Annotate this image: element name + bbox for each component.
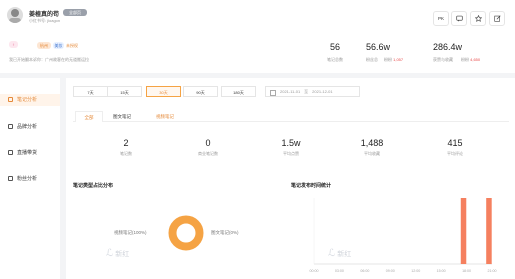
profile-sub-id: 小红书号: jloagon [29,18,61,23]
profile-tag-2: 美妆 [53,42,64,49]
panel-left-title: 笔记类型占比分布 [73,183,114,189]
date-range-picker[interactable]: 2021-11-01 至 2021-12-01 [265,86,360,97]
summary-notes-value: 2 [123,138,129,148]
avatar[interactable] [7,7,23,23]
favorite-button[interactable] [470,11,486,26]
tab-all[interactable]: 全部 [75,111,103,122]
summary-collect-value: 1,488 [360,138,384,148]
publish-time-chart: 00:00 03:00 06:00 09:00 12:00 15:00 18:00 21:00 [310,198,497,273]
stat-likes-label: 获赞与收藏 [433,57,453,62]
sidebar-item-brand[interactable]: 品牌分析 [8,123,37,130]
stat-likes-delta: 粉粉 4,650 [461,57,481,62]
notes-icon [8,97,13,102]
sidebar-item-label: 直播带货 [17,150,38,156]
summary-commercial-label: 商业笔记数 [198,151,218,156]
donut-label-video: 视频笔记(100%) [114,230,147,235]
fans-icon [8,176,13,181]
profile-tag-1: 杭州 [37,42,51,49]
stat-fans-label: 粉丝总 [366,57,378,62]
date-to: 2021-12-01 [312,89,333,94]
x-tick-label: 06:00 [360,269,369,273]
gender-tag: ♀ [9,41,18,48]
range-15d[interactable]: 15天 [107,86,142,97]
profile-name: 姜楂真的苟 [29,12,60,18]
tab-image-notes[interactable]: 图文笔记 [104,111,140,122]
stat-notes-value: 56 [329,42,340,52]
donut-label-image: 图文笔记(0%) [211,230,239,235]
sidebar-item-label: 品牌分析 [17,124,38,130]
brand-icon [8,124,13,129]
range-90d[interactable]: 90天 [183,86,218,97]
summary-likes-label: 平均点赞 [283,151,299,156]
profile-bio: 我已开始翻本诉你：广州故客在的无道搬运拉 [9,57,89,62]
stat-likes-value: 286.4w [433,42,463,52]
calendar-icon [270,90,276,96]
sidebar-item-fans[interactable]: 粉丝分析 [8,175,37,182]
x-tick-label: 09:00 [386,269,395,273]
x-tick-label: 12:00 [411,269,420,273]
stat-notes-label: 笔记总数 [327,57,343,62]
profile-badge: 全部页 [63,9,87,16]
summary-comment-value: 415 [447,138,463,148]
bar [460,198,467,264]
x-tick-label: 15:00 [437,269,446,273]
summary-collect-label: 平均收藏 [364,151,380,156]
date-separator: 至 [304,89,309,94]
sidebar-item-label: 粉丝分析 [17,176,38,182]
chat-icon [455,15,463,22]
watermark-logo-icon: ℒ [106,248,114,259]
edit-button[interactable] [489,11,505,26]
sidebar-item-live[interactable]: 直播带货 [8,149,37,156]
star-icon [474,15,482,22]
watermark-left: ℒ 新红 [106,248,130,259]
summary-commercial-value: 0 [205,138,211,148]
pk-button[interactable]: PK [433,11,449,26]
type-donut-chart [168,215,204,251]
bar [486,198,492,264]
stat-fans-delta-value: 1,057 [393,57,404,62]
stat-fans-delta: 粉粉 1,057 [384,57,404,62]
chat-button[interactable] [451,11,467,26]
range-180d[interactable]: 180天 [221,86,256,97]
x-tick-label: 00:00 [310,269,319,273]
profile-tag-3: 未授权 [66,43,78,48]
stat-fans-value: 56.6w [366,42,391,52]
sidebar-item-notes[interactable]: 笔记分析 [8,96,37,103]
x-tick-label: 18:00 [462,269,471,273]
edit-icon [493,15,501,22]
range-30d[interactable]: 30天 [146,86,181,97]
summary-likes-value: 1.5w [281,138,301,148]
sidebar-item-label: 笔记分析 [17,97,38,103]
x-tick-label: 03:00 [335,269,344,273]
panel-right-title: 笔记发布时间统计 [291,183,332,189]
stat-likes-delta-value: 4,650 [470,57,481,62]
summary-comment-label: 平均评论 [447,151,463,156]
tab-video-notes[interactable]: 视频笔记 [145,111,185,122]
x-tick-label: 21:00 [488,269,497,273]
date-from: 2021-11-01 [280,89,301,94]
donut-slice-0 [168,215,204,251]
range-7d[interactable]: 7天 [73,86,108,97]
live-icon [8,150,13,155]
summary-notes-label: 笔记数 [120,151,132,156]
